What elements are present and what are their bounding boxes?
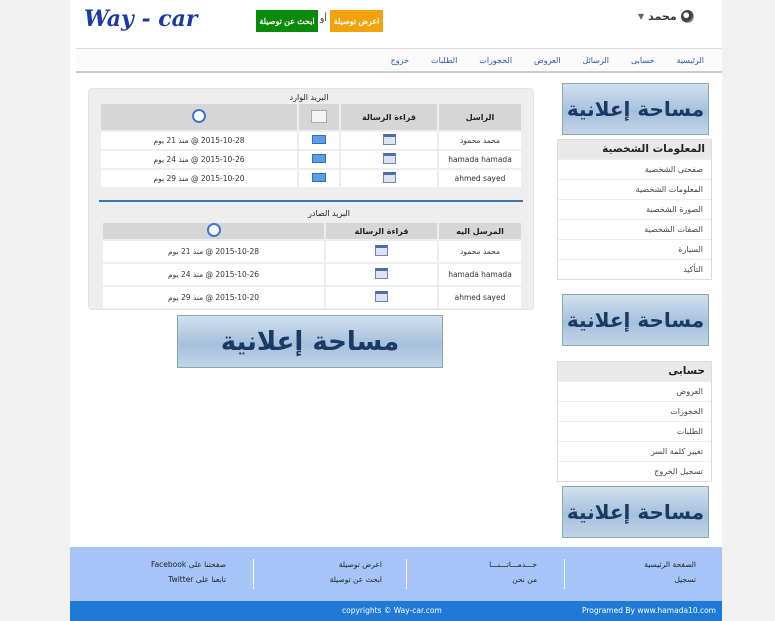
outbox-header-recipient: المرسل اليه xyxy=(439,223,521,239)
footer-link[interactable]: الصفحة الرئيسية xyxy=(606,557,696,572)
outbox-title: البريد الصادر xyxy=(308,209,350,218)
footer-divider xyxy=(406,559,407,589)
main-nav: الرئيسية حسابى الرسائل العروض الحجوزات ا… xyxy=(76,48,722,73)
footer-divider xyxy=(253,559,254,589)
inbox-header-sender: الراسل xyxy=(439,104,521,130)
outbox-date: 2015-10-28 @ منذ 21 يوم xyxy=(103,241,324,262)
table-row[interactable]: hamada hamada 2015-10-26 @ منذ 24 يوم xyxy=(101,151,521,168)
nav-bookings[interactable]: الحجوزات xyxy=(479,56,512,65)
table-row[interactable]: hamada hamada 2015-10-26 @ منذ 24 يوم xyxy=(103,264,521,285)
inbox-sender: محمد محمود xyxy=(439,132,521,149)
nav-offers[interactable]: العروض xyxy=(534,56,560,65)
inbox-date: 2015-10-20 @ منذ 29 يوم xyxy=(101,170,297,187)
calendar-icon[interactable] xyxy=(375,291,388,302)
calendar-icon[interactable] xyxy=(375,245,388,256)
offer-ride-button[interactable]: اعرض توصيلة xyxy=(330,10,383,32)
panel-title: حسابى xyxy=(558,362,711,381)
panel-item[interactable]: صفحتى الشخصية xyxy=(558,159,711,179)
nav-messages[interactable]: الرسائل xyxy=(583,56,610,65)
programmed-by[interactable]: Programed By www.hamada10.com xyxy=(582,606,716,615)
chevron-down-icon: ▼ xyxy=(638,12,645,21)
panel-item[interactable]: السيارة xyxy=(558,239,711,259)
nav-logout[interactable]: خروج xyxy=(391,56,409,65)
panel-item[interactable]: التأكيد xyxy=(558,259,711,279)
inbox-sender: ahmed sayed xyxy=(439,170,521,187)
panel-item[interactable]: الطلبات xyxy=(558,421,711,441)
divider xyxy=(99,200,523,202)
panel-item[interactable]: تغيير كلمة السر xyxy=(558,441,711,461)
outbox-recipient: ahmed sayed xyxy=(439,287,521,308)
nav-requests[interactable]: الطلبات xyxy=(431,56,457,65)
bottom-bar: copyrights © Way-car.com Programed By ww… xyxy=(70,601,722,621)
table-row[interactable]: محمد محمود 2015-10-28 @ منذ 21 يوم xyxy=(103,241,521,262)
clock-icon xyxy=(192,109,206,123)
panel-item[interactable]: الصفات الشخصية xyxy=(558,219,711,239)
inbox-title: البريد الوارد xyxy=(289,93,329,102)
footer-link[interactable]: اعرض توصيلة xyxy=(292,557,382,572)
inbox-header-time xyxy=(101,104,297,130)
or-label: أو xyxy=(320,14,327,24)
outbox-recipient: محمد محمود xyxy=(439,241,521,262)
ad-banner-side[interactable]: مساحة إعلانية xyxy=(562,486,709,538)
inbox-header-envelope xyxy=(299,104,339,130)
footer: الصفحة الرئيسية تسجيل خـــدمـــاتـــنـــ… xyxy=(70,547,722,601)
inbox-table: الراسل قراءة الرسالة محمد محمود 2015-10-… xyxy=(99,102,523,189)
copyright: copyrights © Way-car.com xyxy=(342,606,442,615)
panel-title: المعلومات الشخصية xyxy=(558,140,711,159)
envelope-icon[interactable] xyxy=(312,135,326,144)
footer-link[interactable]: صفحتنا على Facebook xyxy=(126,557,226,572)
inbox-sender: hamada hamada xyxy=(439,151,521,168)
calendar-icon[interactable] xyxy=(375,268,388,279)
envelope-open-icon xyxy=(311,109,327,123)
messages-box: البريد الوارد الراسل قراءة الرسالة محمد … xyxy=(88,88,534,310)
footer-link[interactable]: ابحث عن توصيلة xyxy=(292,572,382,587)
inbox-date: 2015-10-26 @ منذ 24 يوم xyxy=(101,151,297,168)
username: محمد xyxy=(648,10,677,23)
footer-link[interactable]: خـــدمـــاتـــنـــا xyxy=(447,557,537,572)
account-panel: حسابى العروض الحجوزات الطلبات تغيير كلمة… xyxy=(557,361,712,482)
inbox-header-read: قراءة الرسالة xyxy=(341,104,437,130)
footer-link[interactable]: تابعنا على Twitter xyxy=(126,572,226,587)
footer-divider xyxy=(564,559,565,589)
find-ride-button[interactable]: ابحث عن توصيلة xyxy=(256,10,318,32)
footer-link[interactable]: تسجيل xyxy=(606,572,696,587)
envelope-icon[interactable] xyxy=(312,173,326,182)
outbox-header-read: قراءة الرسالة xyxy=(326,223,437,239)
nav-account[interactable]: حسابى xyxy=(631,56,654,65)
panel-item[interactable]: المعلومات الشخصية xyxy=(558,179,711,199)
footer-col: خـــدمـــاتـــنـــا من نحن xyxy=(447,557,537,587)
nav-home[interactable]: الرئيسية xyxy=(676,56,704,65)
panel-item[interactable]: الحجوزات xyxy=(558,401,711,421)
footer-col: الصفحة الرئيسية تسجيل xyxy=(606,557,696,587)
outbox-header-time xyxy=(103,223,324,239)
page: Way - car ابحث عن توصيلة أو اعرض توصيلة … xyxy=(70,0,722,621)
ad-banner-side[interactable]: مساحة إعلانية xyxy=(562,294,709,346)
panel-item[interactable]: العروض xyxy=(558,381,711,401)
footer-col: اعرض توصيلة ابحث عن توصيلة xyxy=(292,557,382,587)
ad-banner-side[interactable]: مساحة إعلانية xyxy=(562,83,709,135)
footer-col: صفحتنا على Facebook تابعنا على Twitter xyxy=(126,557,226,587)
inbox-date: 2015-10-28 @ منذ 21 يوم xyxy=(101,132,297,149)
envelope-icon[interactable] xyxy=(312,154,326,163)
user-menu[interactable]: محمد ▼ xyxy=(638,10,694,23)
calendar-icon[interactable] xyxy=(382,172,396,183)
personal-info-panel: المعلومات الشخصية صفحتى الشخصية المعلوما… xyxy=(557,139,712,280)
table-row[interactable]: ahmed sayed 2015-10-20 @ منذ 29 يوم xyxy=(103,287,521,308)
avatar xyxy=(680,10,694,23)
table-row[interactable]: محمد محمود 2015-10-28 @ منذ 21 يوم xyxy=(101,132,521,149)
footer-link[interactable]: من نحن xyxy=(447,572,537,587)
outbox-date: 2015-10-20 @ منذ 29 يوم xyxy=(103,287,324,308)
calendar-icon[interactable] xyxy=(382,153,396,164)
outbox-table: المرسل اليه قراءة الرسالة محمد محمود 201… xyxy=(101,221,523,310)
clock-icon xyxy=(206,223,221,237)
ad-banner-main[interactable]: مساحة إعلانية xyxy=(177,315,443,368)
panel-item[interactable]: الصورة الشخصية xyxy=(558,199,711,219)
outbox-date: 2015-10-26 @ منذ 24 يوم xyxy=(103,264,324,285)
outbox-recipient: hamada hamada xyxy=(439,264,521,285)
panel-item[interactable]: تسجيل الخروج xyxy=(558,461,711,481)
site-logo[interactable]: Way - car xyxy=(84,6,198,32)
calendar-icon[interactable] xyxy=(382,134,396,145)
table-row[interactable]: ahmed sayed 2015-10-20 @ منذ 29 يوم xyxy=(101,170,521,187)
